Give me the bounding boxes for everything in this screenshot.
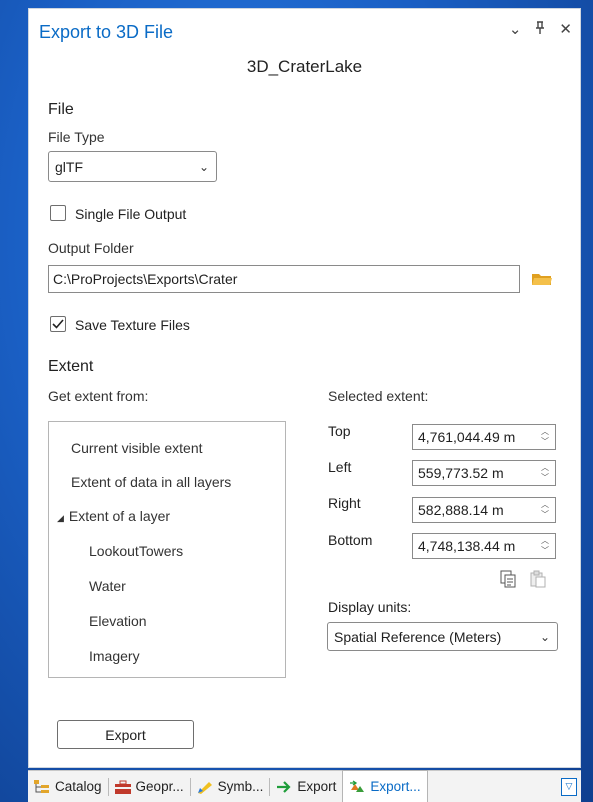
spinner-arrows-icon[interactable]: ︿ ﹀	[540, 501, 550, 519]
export-button[interactable]: Export	[57, 720, 194, 749]
file-type-label: File Type	[48, 129, 105, 145]
spinner-arrows-icon[interactable]: ︿ ﹀	[540, 464, 550, 482]
tab-label: Export	[297, 779, 337, 794]
extent-section-heading: Extent	[48, 358, 94, 375]
chevron-down-icon: ⌄	[539, 629, 550, 644]
tab-catalog[interactable]: Catalog	[28, 771, 108, 802]
file-type-select[interactable]: glTF ⌄	[48, 151, 217, 182]
left-label: Left	[328, 459, 352, 475]
tab-symbology[interactable]: Symb...	[191, 771, 270, 802]
tree-item-elevation[interactable]: Elevation	[89, 613, 147, 629]
top-spinner[interactable]: 4,761,044.49 m ︿ ﹀	[412, 424, 556, 450]
display-units-value: Spatial Reference (Meters)	[334, 628, 502, 645]
extent-source-tree: Current visible extent Extent of data in…	[48, 421, 286, 678]
spinner-arrows-icon[interactable]: ︿ ﹀	[540, 537, 550, 555]
tab-label: Catalog	[55, 779, 102, 794]
tree-item-visible-extent[interactable]: Current visible extent	[71, 440, 203, 456]
save-texture-label: Save Texture Files	[75, 317, 190, 333]
pin-icon[interactable]	[535, 21, 545, 40]
scene-name: 3D_CraterLake	[246, 57, 363, 76]
symbology-icon	[197, 781, 212, 794]
right-label: Right	[328, 495, 361, 511]
top-label: Top	[328, 423, 351, 439]
single-file-label: Single File Output	[75, 206, 187, 222]
bottom-spinner[interactable]: 4,748,138.44 m ︿ ﹀	[412, 533, 556, 559]
pane-controls: ⌄ ✕	[509, 21, 572, 40]
right-value: 582,888.14 m	[418, 502, 504, 518]
export-3d-icon	[350, 779, 365, 792]
spinner-arrows-icon[interactable]: ︿ ﹀	[540, 428, 550, 446]
top-value: 4,761,044.49 m	[418, 429, 516, 445]
pane-title: Export to 3D File	[39, 22, 174, 42]
folder-open-icon[interactable]	[531, 271, 553, 287]
checkmark-icon	[52, 319, 64, 329]
arrow-right-icon	[277, 780, 291, 793]
toolbox-icon	[114, 780, 131, 794]
expand-triangle-icon[interactable]: ◢	[57, 513, 64, 523]
chevron-down-icon[interactable]: ⌄	[509, 21, 522, 40]
close-icon[interactable]: ✕	[559, 21, 572, 40]
chevron-down-icon: ⌄	[198, 159, 209, 174]
tree-item-layer-label: Extent of a layer	[68, 508, 171, 524]
output-folder-label: Output Folder	[48, 240, 134, 256]
tab-overflow-icon[interactable]: ▽	[561, 777, 577, 796]
save-texture-checkbox[interactable]	[50, 316, 66, 332]
display-units-select[interactable]: Spatial Reference (Meters) ⌄	[327, 622, 558, 651]
tree-item-water[interactable]: Water	[89, 578, 126, 594]
tab-label: Geopr...	[135, 779, 184, 794]
file-section-heading: File	[48, 101, 74, 118]
tab-geoprocessing[interactable]: Geopr...	[109, 771, 190, 802]
selected-extent-label: Selected extent:	[328, 388, 429, 404]
tab-label: Symb...	[217, 779, 264, 794]
tree-item-lookout-towers[interactable]: LookoutTowers	[89, 543, 183, 559]
catalog-icon	[34, 779, 49, 793]
tab-export[interactable]: Export	[270, 771, 342, 802]
get-extent-label: Get extent from:	[48, 388, 149, 404]
bottom-value: 4,748,138.44 m	[418, 538, 516, 554]
copy-icon[interactable]	[500, 570, 516, 588]
bottom-label: Bottom	[328, 532, 373, 548]
tree-item-layer-extent[interactable]: ◢ Extent of a layer	[57, 508, 170, 524]
file-type-value: glTF	[55, 158, 83, 175]
display-units-label: Display units:	[328, 599, 412, 615]
tree-item-all-layers[interactable]: Extent of data in all layers	[71, 474, 231, 490]
single-file-checkbox[interactable]	[50, 205, 66, 221]
tab-export-3d[interactable]: Export...	[342, 770, 428, 802]
tab-label: Export...	[370, 779, 421, 794]
output-folder-input[interactable]: C:\ProProjects\Exports\Crater	[48, 265, 520, 293]
output-folder-value: C:\ProProjects\Exports\Crater	[53, 271, 238, 287]
dock-tab-bar: Catalog Geopr... Symb... Export Export..…	[28, 770, 581, 802]
tree-item-imagery[interactable]: Imagery	[89, 648, 140, 664]
left-value: 559,773.52 m	[418, 465, 504, 481]
paste-icon[interactable]	[530, 570, 546, 588]
left-spinner[interactable]: 559,773.52 m ︿ ﹀	[412, 460, 556, 486]
right-spinner[interactable]: 582,888.14 m ︿ ﹀	[412, 497, 556, 523]
export-3d-pane: Export to 3D File ⌄ ✕ 3D_CraterLake File…	[28, 8, 581, 768]
